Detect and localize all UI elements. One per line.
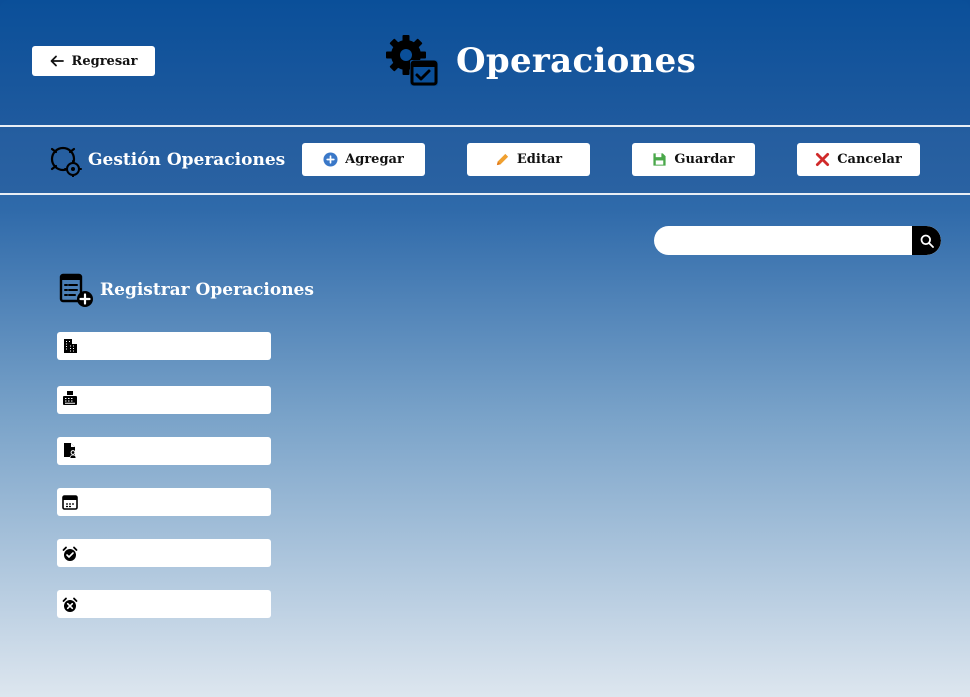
back-button[interactable]: Regresar bbox=[32, 46, 155, 76]
section-title: Gestión Operaciones bbox=[88, 150, 286, 170]
cancel-button[interactable]: Cancelar bbox=[797, 143, 920, 176]
add-button-label: Agregar bbox=[345, 152, 404, 167]
alarm-check-input[interactable] bbox=[83, 539, 267, 567]
edit-button-label: Editar bbox=[516, 152, 563, 167]
section-header: Gestión Operaciones bbox=[48, 143, 285, 177]
cycle-gear-icon bbox=[50, 146, 82, 177]
search-bar bbox=[654, 226, 941, 255]
close-icon bbox=[816, 152, 830, 167]
cash-register-icon bbox=[62, 390, 78, 406]
plus-circle-icon bbox=[323, 152, 338, 167]
save-button[interactable]: Guardar bbox=[632, 143, 755, 176]
form-field-cash-register bbox=[57, 386, 271, 414]
page-title: Operaciones bbox=[456, 41, 697, 81]
toolbar: Gestión Operaciones Agregar Editar Guard… bbox=[0, 127, 970, 193]
register-document-icon bbox=[59, 273, 93, 307]
edit-button[interactable]: Editar bbox=[467, 143, 590, 176]
calendar-input[interactable] bbox=[83, 488, 267, 516]
alarm-check-icon bbox=[62, 546, 78, 562]
form-header: Registrar Operaciones bbox=[58, 272, 314, 308]
save-button-label: Guardar bbox=[674, 152, 735, 167]
alarm-off-input[interactable] bbox=[83, 590, 267, 618]
form-field-calendar bbox=[57, 488, 271, 516]
alarm-off-icon bbox=[62, 597, 78, 613]
title-block: Operaciones bbox=[384, 32, 696, 90]
toolbar-divider bbox=[0, 193, 970, 195]
user-document-icon bbox=[62, 442, 78, 458]
form-title: Registrar Operaciones bbox=[100, 280, 314, 300]
building-input[interactable] bbox=[83, 332, 267, 360]
search-input[interactable] bbox=[654, 226, 912, 255]
form-field-building bbox=[57, 332, 271, 360]
header: Regresar Operaciones bbox=[0, 0, 970, 125]
gear-check-icon bbox=[384, 33, 440, 89]
search-button[interactable] bbox=[912, 226, 941, 255]
building-icon bbox=[62, 338, 78, 354]
floppy-disk-icon bbox=[653, 153, 666, 166]
calendar-icon bbox=[62, 494, 78, 510]
search-icon bbox=[920, 234, 934, 248]
form-field-alarm-off bbox=[57, 590, 271, 618]
operaciones-page: Regresar Operaciones Gestión Operaciones… bbox=[0, 0, 970, 697]
arrow-left-icon bbox=[50, 55, 64, 67]
add-button[interactable]: Agregar bbox=[302, 143, 425, 176]
pencil-icon bbox=[496, 153, 509, 166]
back-button-label: Regresar bbox=[71, 53, 138, 69]
form-field-user-document bbox=[57, 437, 271, 465]
form-field-alarm-check bbox=[57, 539, 271, 567]
cancel-button-label: Cancelar bbox=[837, 152, 902, 167]
user-document-input[interactable] bbox=[83, 437, 267, 465]
cash-register-input[interactable] bbox=[83, 386, 267, 414]
